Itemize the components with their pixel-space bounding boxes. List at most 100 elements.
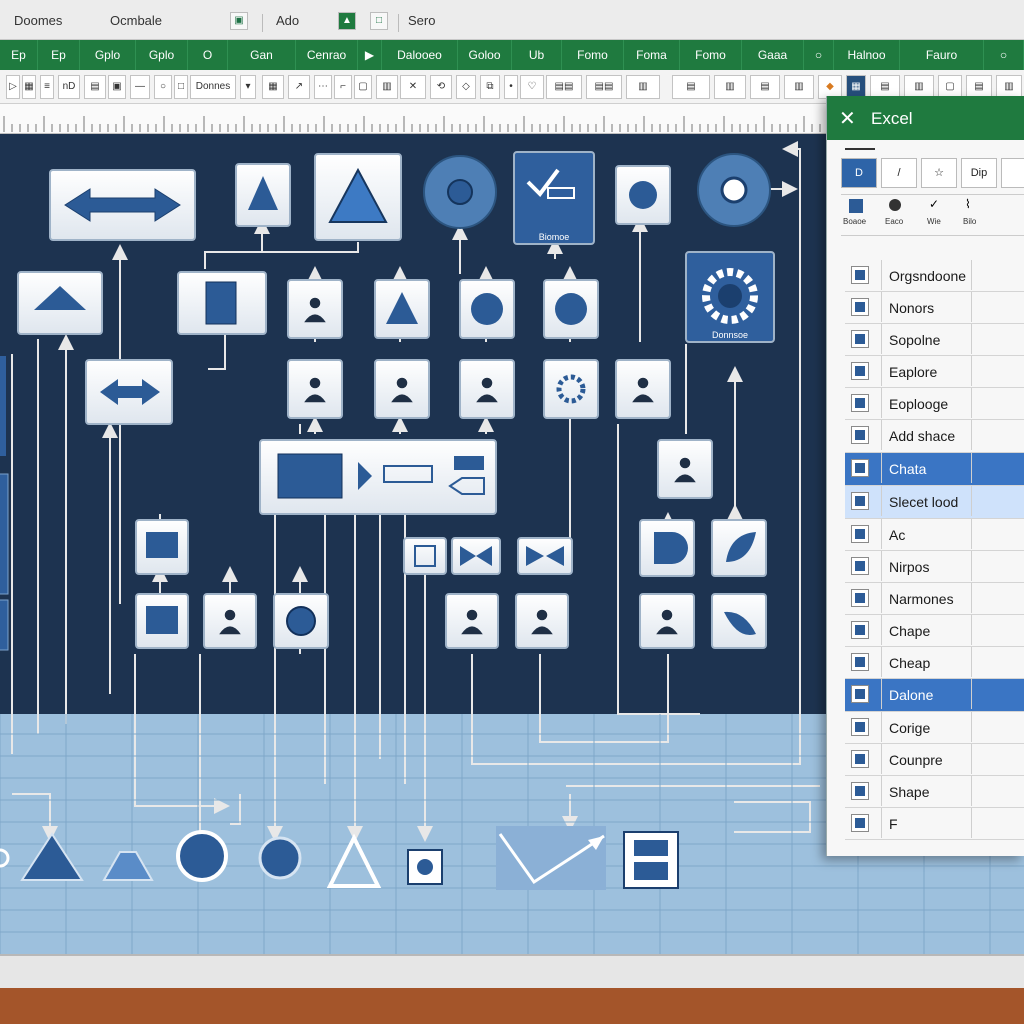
shape-list-item[interactable]: Narmones: [845, 583, 1024, 615]
tab-10[interactable]: Ub: [512, 40, 562, 70]
tab-13[interactable]: Fomo: [680, 40, 742, 70]
person-head: [466, 609, 478, 621]
shape-list-item[interactable]: Add shace: [845, 420, 1024, 453]
panel-subtoolbar: Boaoe Eaco ✓ Wie ⌇ Bilo: [841, 194, 1024, 236]
shapes-dropdown[interactable]: Donnes: [190, 75, 236, 99]
subtool-circle-icon[interactable]: [889, 199, 901, 211]
shape-thumbnail-icon: [851, 426, 869, 444]
subtool-line-icon[interactable]: ⌇: [965, 197, 971, 211]
chart-icon[interactable]: ▥: [376, 75, 398, 99]
title-sero[interactable]: Sero: [408, 13, 435, 28]
subtool-label-1[interactable]: Boaoe: [843, 217, 866, 226]
text-icon[interactable]: nD: [58, 75, 80, 99]
shape-list-item[interactable]: Sopolne: [845, 324, 1024, 356]
shape-list-item[interactable]: Slecet lood: [845, 486, 1024, 519]
format-icon-2[interactable]: ▤▤: [586, 75, 622, 99]
title-doomes[interactable]: Doomes: [14, 13, 62, 28]
tab-6[interactable]: Gan: [228, 40, 296, 70]
tab-1[interactable]: Ep: [0, 40, 38, 70]
panel-tool-3[interactable]: ☆: [921, 158, 957, 188]
subtool-label-4[interactable]: Bilo: [963, 217, 976, 226]
shape-list-item[interactable]: F: [845, 808, 1024, 840]
bullet-icon[interactable]: •: [504, 75, 518, 99]
dot-icon: [629, 181, 657, 209]
title-ado[interactable]: Ado: [276, 13, 299, 28]
rotate-icon[interactable]: ⟲: [430, 75, 452, 99]
title-ocmbale[interactable]: Ocmbale: [110, 13, 162, 28]
target-node: [273, 593, 329, 649]
save-icon[interactable]: ▣: [230, 12, 248, 30]
shape-list-item[interactable]: Chape: [845, 615, 1024, 647]
tab-8[interactable]: Dalooeo: [382, 40, 458, 70]
dash-icon[interactable]: ⋯: [314, 75, 332, 99]
box-icon[interactable]: ▢: [354, 75, 372, 99]
shape-list-item[interactable]: Shape: [845, 776, 1024, 808]
connector-icon[interactable]: ⌐: [334, 75, 352, 99]
list-icon[interactable]: ≡: [40, 75, 54, 99]
square-icon[interactable]: □: [174, 75, 188, 99]
tab-15[interactable]: Halnoo: [834, 40, 900, 70]
tab-7[interactable]: Cenrao: [296, 40, 358, 70]
shape-list-item[interactable]: Eoplooge: [845, 388, 1024, 420]
shape-list-item[interactable]: Nirpos: [845, 551, 1024, 583]
bottom-shapes[interactable]: [0, 826, 679, 890]
subtool-square-icon[interactable]: [849, 199, 863, 213]
heart-icon[interactable]: ♡: [520, 75, 544, 99]
tab-11[interactable]: Fomo: [562, 40, 624, 70]
circle-tab-icon-2[interactable]: ○: [984, 40, 1024, 70]
close-icon[interactable]: ✕: [839, 106, 856, 131]
circle-tab-icon[interactable]: ○: [804, 40, 834, 70]
panel-tool-1[interactable]: D: [841, 158, 877, 188]
circle-icon[interactable]: ○: [154, 75, 172, 99]
title-separator: [262, 14, 263, 32]
format-icon-4[interactable]: ▤: [672, 75, 710, 99]
shape-list-item[interactable]: Orgsndoone: [845, 260, 1024, 292]
cross-icon[interactable]: ✕: [400, 75, 426, 99]
table-icon[interactable]: ▦: [22, 75, 36, 99]
shape-list-item[interactable]: Cheap: [845, 647, 1024, 679]
picture-icon[interactable]: ▣: [108, 75, 126, 99]
grid-icon[interactable]: ▦: [262, 75, 284, 99]
bowtie-node-2: [517, 537, 573, 575]
group-icon[interactable]: ⧉: [480, 75, 500, 99]
tab-2[interactable]: Ep: [38, 40, 80, 70]
dropdown-icon[interactable]: ▾: [240, 75, 256, 99]
tab-14[interactable]: Gaaa: [742, 40, 804, 70]
shape-list-item[interactable]: Ac: [845, 519, 1024, 551]
subtool-label-2[interactable]: Eaco: [885, 217, 903, 226]
cursor-icon[interactable]: ▷: [6, 75, 20, 99]
shape-list-item[interactable]: Eaplore: [845, 356, 1024, 388]
back-arrow-icon[interactable]: [845, 148, 875, 150]
shape-list-item[interactable]: Nonors: [845, 292, 1024, 324]
shape-list-item[interactable]: Corige: [845, 712, 1024, 744]
tab-3[interactable]: Gplo: [80, 40, 136, 70]
panel-tool-5[interactable]: [1001, 158, 1024, 188]
shape-list-item[interactable]: Counpre: [845, 744, 1024, 776]
tab-16[interactable]: Fauro: [900, 40, 984, 70]
subtool-check-icon[interactable]: ✓: [929, 197, 939, 211]
diagram-nodes[interactable]: Biomoe Donnsoe: [0, 151, 775, 651]
tab-9[interactable]: Goloo: [458, 40, 512, 70]
arrow-icon[interactable]: ↗: [288, 75, 310, 99]
panel-tool-4[interactable]: Dip: [961, 158, 997, 188]
format-icon-3[interactable]: ▥: [626, 75, 660, 99]
panel-tool-2[interactable]: /: [881, 158, 917, 188]
subtool-label-3[interactable]: Wie: [927, 217, 941, 226]
tab-5[interactable]: O: [188, 40, 228, 70]
shape-list-item[interactable]: Dalone: [845, 679, 1024, 712]
shape-list-item[interactable]: Chata: [845, 453, 1024, 486]
excel-icon[interactable]: ▲: [338, 12, 356, 30]
format-icon-6[interactable]: ▤: [750, 75, 780, 99]
align-icon[interactable]: ▤: [84, 75, 106, 99]
format-icon-7[interactable]: ▥: [784, 75, 814, 99]
shape-icon[interactable]: ◇: [456, 75, 476, 99]
file-icon[interactable]: □: [370, 12, 388, 30]
format-icon-5[interactable]: ▥: [714, 75, 746, 99]
tab-12[interactable]: Foma: [624, 40, 680, 70]
play-tab-icon[interactable]: ▶: [358, 40, 382, 70]
shape-thumbnail-icon: [851, 589, 869, 607]
line-icon[interactable]: —: [130, 75, 150, 99]
cell-divider: [881, 388, 882, 418]
tab-4[interactable]: Gplo: [136, 40, 188, 70]
format-icon[interactable]: ▤▤: [546, 75, 582, 99]
